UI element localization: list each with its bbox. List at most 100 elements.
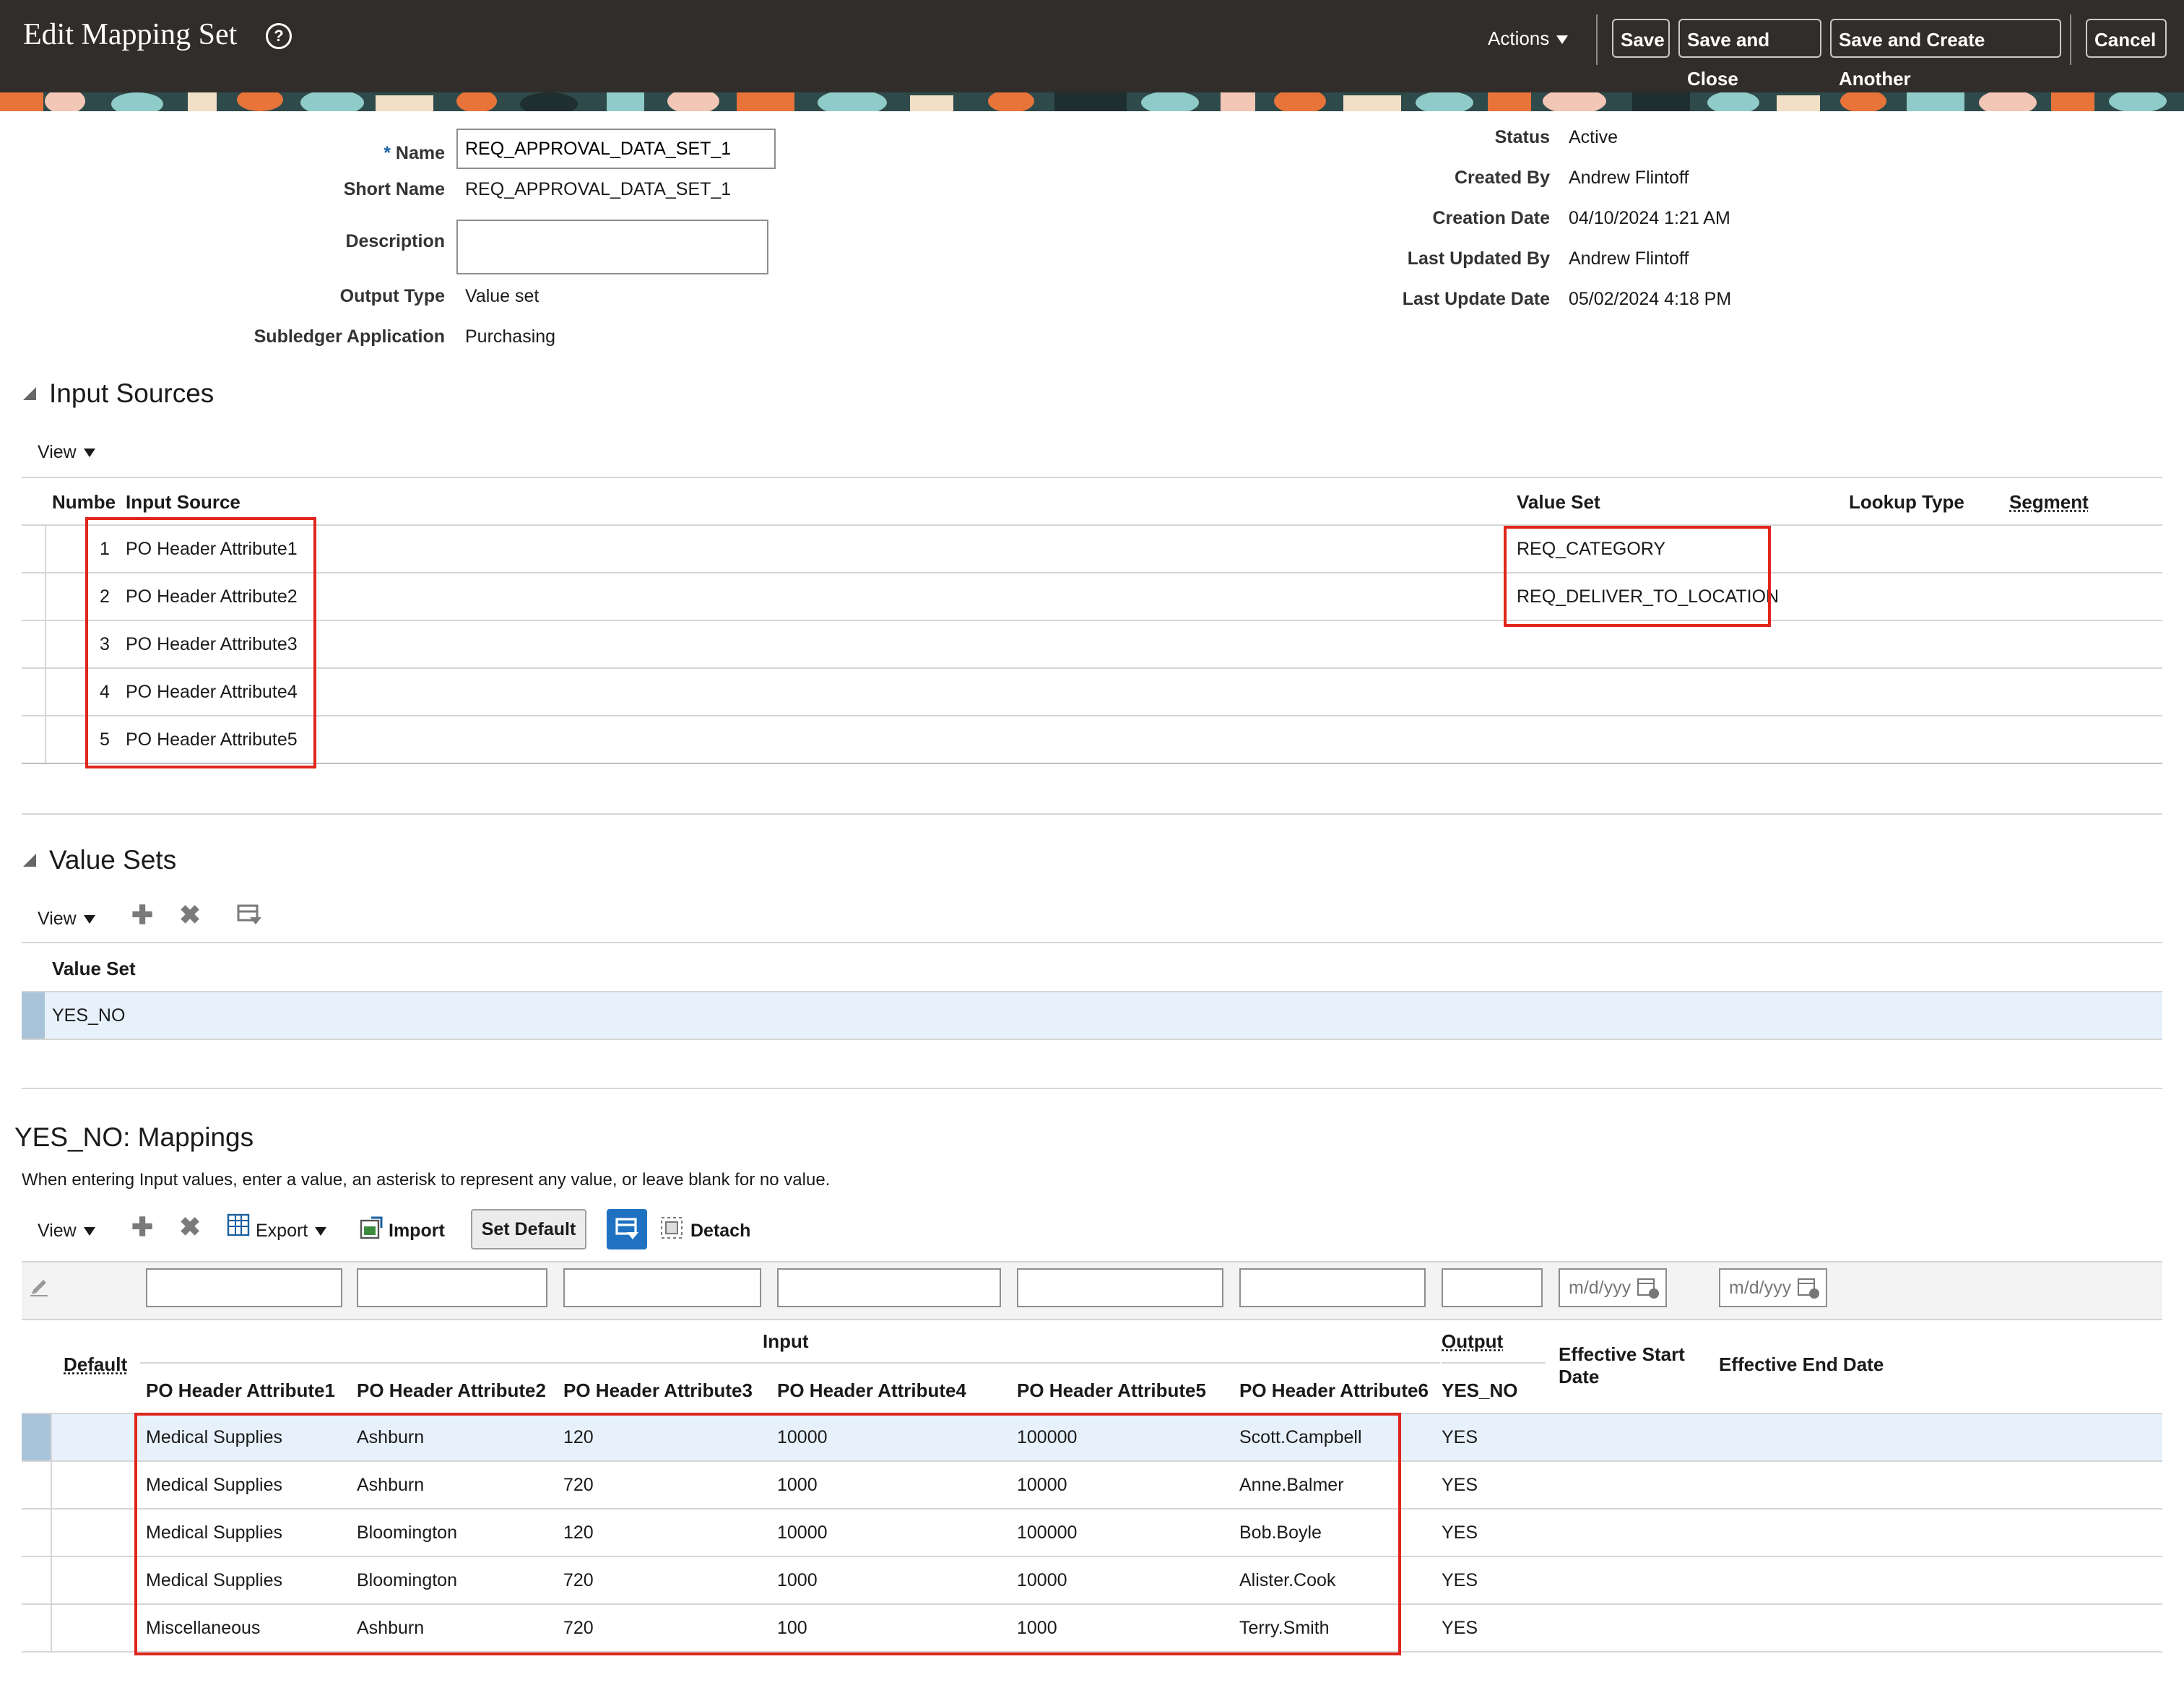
page-header: Edit Mapping Set ? Actions Save Save and…	[0, 0, 2184, 92]
add-icon[interactable]: ✚	[131, 1212, 153, 1242]
filter-attribute3-input[interactable]	[563, 1268, 761, 1307]
last-update-date-value: 05/02/2024 4:18 PM	[1569, 289, 1732, 309]
col-attribute5: PO Header Attribute5	[1017, 1379, 1206, 1401]
row-header-divider	[45, 524, 46, 763]
name-label-text: Name	[395, 143, 445, 163]
view-menu[interactable]: View	[38, 909, 95, 930]
export-label: Export	[256, 1221, 308, 1241]
yes-no-cell: YES	[1442, 1475, 1478, 1495]
filter-attribute6-input[interactable]	[1239, 1268, 1426, 1307]
yes-no-cell: YES	[1442, 1427, 1478, 1447]
page-title: Edit Mapping Set	[23, 18, 238, 51]
input-sources-title: Input Sources	[49, 378, 214, 408]
chevron-down-icon	[83, 449, 95, 458]
chevron-down-icon	[1556, 35, 1569, 45]
detach-icon[interactable]	[660, 1216, 683, 1244]
col-value-set: Value Set	[52, 958, 136, 979]
subledger-application-label: Subledger Application	[254, 326, 445, 347]
last-updated-by-value: Andrew Flintoff	[1569, 248, 1689, 269]
import-icon[interactable]	[360, 1216, 383, 1244]
col-segment[interactable]: Segment	[2009, 491, 2089, 514]
divider	[140, 1362, 1440, 1364]
actions-label: Actions	[1488, 27, 1550, 49]
filter-attribute2-input[interactable]	[357, 1268, 547, 1307]
delete-icon[interactable]: ✖	[179, 900, 201, 930]
description-field[interactable]	[456, 220, 768, 274]
actions-menu[interactable]: Actions	[1488, 27, 1569, 50]
freeze-icon[interactable]	[237, 904, 263, 932]
col-attribute4: PO Header Attribute4	[777, 1379, 966, 1401]
creation-date-label: Creation Date	[1432, 208, 1550, 228]
short-name-value: REQ_APPROVAL_DATA_SET_1	[465, 179, 732, 199]
yes-no-cell: YES	[1442, 1570, 1478, 1590]
col-default[interactable]: Default	[64, 1353, 127, 1376]
date-placeholder: m/d/yyy	[1729, 1278, 1792, 1298]
col-attribute6: PO Header Attribute6	[1239, 1379, 1429, 1401]
calendar-icon[interactable]	[1637, 1275, 1660, 1312]
col-attribute2: PO Header Attribute2	[357, 1379, 546, 1401]
chevron-down-icon	[83, 1227, 95, 1236]
divider	[22, 667, 2162, 669]
short-name-label: Short Name	[343, 179, 445, 199]
save-and-close-button[interactable]: Save and Close	[1678, 19, 1821, 90]
cancel-button[interactable]: Cancel	[2086, 19, 2167, 58]
chevron-down-icon	[315, 1227, 327, 1236]
filter-attribute4-input[interactable]	[777, 1268, 1001, 1307]
collapse-icon[interactable]	[23, 854, 36, 867]
output-type-value: Value set	[465, 286, 540, 306]
row-selector[interactable]	[22, 1414, 51, 1460]
import-button[interactable]: Import	[389, 1221, 445, 1242]
divider	[22, 813, 2162, 815]
export-icon[interactable]	[227, 1213, 250, 1242]
value-sets-title: Value Sets	[49, 845, 177, 875]
col-value-set: Value Set	[1517, 491, 1600, 513]
required-icon: *	[384, 143, 396, 163]
row-selector[interactable]	[22, 992, 45, 1039]
divider	[2070, 14, 2071, 65]
view-menu[interactable]: View	[38, 1221, 95, 1242]
detach-button[interactable]: Detach	[690, 1221, 750, 1242]
freeze-toggle-icon[interactable]	[607, 1209, 647, 1249]
highlight-box	[1504, 526, 1771, 627]
name-input[interactable]	[456, 129, 776, 169]
save-and-create-another-button[interactable]: Save and Create Another	[1830, 19, 2061, 90]
group-output-header[interactable]: Output	[1442, 1330, 1503, 1353]
selected-row-bg	[45, 992, 2162, 1039]
created-by-value: Andrew Flintoff	[1569, 168, 1689, 188]
highlight-box	[85, 517, 316, 768]
delete-icon[interactable]: ✖	[179, 1212, 201, 1242]
filter-attribute5-input[interactable]	[1017, 1268, 1223, 1307]
group-input-header: Input	[763, 1330, 809, 1352]
col-effective-start-date: Effective Start Date	[1559, 1343, 1685, 1388]
value-set-cell[interactable]: YES_NO	[52, 1005, 125, 1026]
divider	[22, 942, 2162, 943]
divider	[1596, 14, 1598, 65]
view-label: View	[38, 909, 77, 929]
yes-no-cell: YES	[1442, 1618, 1478, 1638]
col-number: Numbe	[52, 491, 116, 513]
calendar-icon[interactable]	[1797, 1275, 1820, 1312]
export-menu[interactable]: Export	[256, 1221, 327, 1242]
divider	[22, 620, 2162, 621]
add-icon[interactable]: ✚	[131, 900, 153, 930]
filter-attribute1-input[interactable]	[146, 1268, 342, 1307]
creation-date-value: 04/10/2024 1:21 AM	[1569, 208, 1730, 228]
filter-output-input[interactable]	[1442, 1268, 1543, 1307]
filter-start-date-input[interactable]: m/d/yyy	[1559, 1268, 1667, 1307]
save-button[interactable]: Save	[1612, 19, 1670, 58]
date-placeholder: m/d/yyy	[1569, 1278, 1632, 1298]
edit-icon[interactable]	[29, 1277, 49, 1302]
view-menu[interactable]: View	[38, 442, 95, 463]
collapse-icon[interactable]	[23, 387, 36, 400]
col-effective-end-date: Effective End Date	[1719, 1353, 1884, 1375]
divider	[22, 763, 2162, 764]
set-default-button[interactable]: Set Default	[471, 1209, 586, 1249]
help-icon[interactable]: ?	[266, 23, 292, 49]
subledger-application-value: Purchasing	[465, 326, 556, 347]
col-start-line2: Date	[1559, 1366, 1600, 1387]
status-label: Status	[1494, 127, 1550, 147]
divider	[22, 1039, 2162, 1040]
output-type-label: Output Type	[339, 286, 445, 306]
filter-end-date-input[interactable]: m/d/yyy	[1719, 1268, 1827, 1307]
status-value: Active	[1569, 127, 1618, 147]
